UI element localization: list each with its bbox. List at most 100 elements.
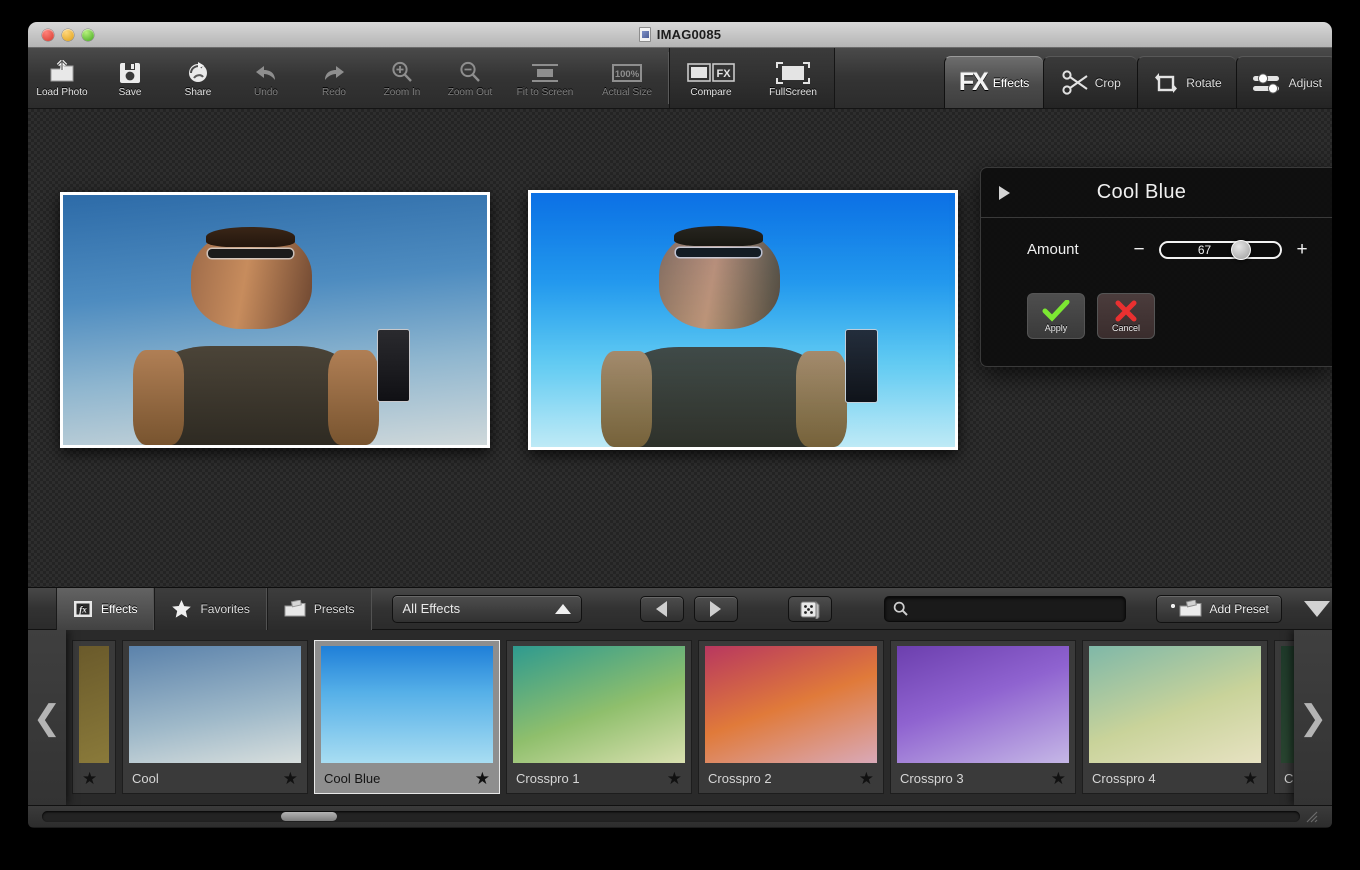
undo-button[interactable]: Undo xyxy=(232,48,300,108)
search-input[interactable] xyxy=(914,602,1117,616)
list-item[interactable]: Crosspro 2 ★ xyxy=(698,640,884,794)
zoom-out-icon xyxy=(458,58,482,84)
scrollbar-track[interactable] xyxy=(42,811,1300,822)
compare-icon: FX xyxy=(687,58,735,84)
fit-to-screen-button[interactable]: Fit to Screen xyxy=(504,48,586,108)
list-item[interactable]: Cool Blue ★ xyxy=(314,640,500,794)
effect-category-dropdown[interactable]: All Effects xyxy=(392,595,582,623)
minimize-button[interactable] xyxy=(62,29,74,41)
fx-filmstrip-icon: fx xyxy=(73,600,93,618)
favorite-star-icon[interactable]: ★ xyxy=(1051,770,1066,787)
filmstrip-scroll-left[interactable]: ❮ xyxy=(28,630,66,805)
amount-increase-button[interactable]: + xyxy=(1296,240,1308,259)
share-button[interactable]: Share xyxy=(164,48,232,108)
favorite-star-icon[interactable]: ★ xyxy=(475,770,490,787)
apply-button[interactable]: Apply xyxy=(1027,293,1085,339)
tab-effects-label: Effects xyxy=(993,76,1029,90)
effect-panel-body: Amount − 67 + Apply xyxy=(981,218,1332,359)
checkmark-icon xyxy=(1042,300,1070,322)
arm-left xyxy=(133,350,184,445)
load-photo-button[interactable]: Load Photo xyxy=(28,48,96,108)
tab-adjust[interactable]: Adjust xyxy=(1236,56,1332,108)
share-label: Share xyxy=(185,87,212,98)
tab-rotate[interactable]: Rotate xyxy=(1137,56,1235,108)
apply-label: Apply xyxy=(1045,323,1068,333)
smartphone xyxy=(377,329,410,402)
list-item[interactable]: Crosspro 4 ★ xyxy=(1082,640,1268,794)
favorite-star-icon[interactable]: ★ xyxy=(283,770,298,787)
browser-tab-presets[interactable]: Presets xyxy=(267,588,372,630)
previous-icon xyxy=(656,601,667,617)
undo-icon xyxy=(253,58,279,84)
browser-tab-favorites[interactable]: Favorites xyxy=(154,588,266,630)
favorite-star-icon[interactable]: ★ xyxy=(82,770,97,787)
tab-effects[interactable]: FX Effects xyxy=(944,56,1043,108)
tab-rotate-label: Rotate xyxy=(1186,76,1221,90)
effect-panel-header: Cool Blue xyxy=(981,168,1332,218)
image-canvas: Cool Blue Amount − 67 + xyxy=(28,109,1332,588)
amount-decrease-button[interactable]: − xyxy=(1133,240,1145,259)
close-button[interactable] xyxy=(42,29,54,41)
filmstrip-scroll-right[interactable]: ❯ xyxy=(1294,630,1332,805)
disclosure-triangle-icon[interactable] xyxy=(999,186,1010,200)
favorite-star-icon[interactable]: ★ xyxy=(1243,770,1258,787)
redo-label: Redo xyxy=(322,87,346,98)
amount-row: Amount − 67 + xyxy=(1027,240,1308,259)
effect-name: Crosspro 2 xyxy=(708,771,772,786)
search-field[interactable] xyxy=(884,596,1126,622)
save-button[interactable]: Save xyxy=(96,48,164,108)
fullscreen-button[interactable]: FullScreen xyxy=(752,48,834,108)
effect-category-value: All Effects xyxy=(403,601,461,616)
effect-thumbnail xyxy=(513,646,685,763)
browser-tabs: fx Effects Favorites xyxy=(56,588,372,630)
cool-blue-tint xyxy=(531,193,955,447)
add-preset-button[interactable]: Add Preset xyxy=(1156,595,1282,623)
effect-caption: Crosspro 1 ★ xyxy=(507,763,691,793)
zoom-in-button[interactable]: Zoom In xyxy=(368,48,436,108)
actual-size-button[interactable]: 100% Actual Size xyxy=(586,48,668,108)
scrollbar-thumb[interactable] xyxy=(281,812,337,821)
effect-caption: Cro xyxy=(1275,763,1294,793)
amount-label: Amount xyxy=(1027,241,1119,258)
svg-text:fx: fx xyxy=(79,604,87,614)
random-effect-button[interactable] xyxy=(788,596,832,622)
fit-to-screen-icon xyxy=(530,58,560,84)
filmstrip-horizontal-scrollbar[interactable] xyxy=(28,806,1332,827)
zoom-out-button[interactable]: Zoom Out xyxy=(436,48,504,108)
main-toolbar: Load Photo Save xyxy=(28,48,1332,109)
list-item[interactable]: Crosspro 1 ★ xyxy=(506,640,692,794)
chevron-left-icon: ❮ xyxy=(33,698,62,738)
amount-slider-knob[interactable] xyxy=(1231,240,1251,260)
effect-filmstrip: ❮ ★ Cool ★ xyxy=(28,630,1332,806)
list-item[interactable]: Cro xyxy=(1274,640,1294,794)
save-label: Save xyxy=(119,87,142,98)
sliders-icon xyxy=(1251,70,1283,96)
tab-adjust-label: Adjust xyxy=(1289,76,1322,90)
compare-button[interactable]: FX Compare xyxy=(670,48,752,108)
browser-tab-effects[interactable]: fx Effects xyxy=(56,588,154,630)
next-effect-button[interactable] xyxy=(694,596,738,622)
favorite-star-icon[interactable]: ★ xyxy=(667,770,682,787)
resize-grip[interactable] xyxy=(1306,811,1318,823)
list-item[interactable]: Cool ★ xyxy=(122,640,308,794)
tab-crop[interactable]: Crop xyxy=(1043,56,1137,108)
list-item[interactable]: Crosspro 3 ★ xyxy=(890,640,1076,794)
list-item[interactable]: ★ xyxy=(72,640,116,794)
favorite-star-icon[interactable]: ★ xyxy=(859,770,874,787)
triangle-down-icon[interactable] xyxy=(1304,601,1330,617)
cross-icon xyxy=(1114,300,1138,322)
application-window: IMAG0085 Load Photo xyxy=(28,22,1332,828)
zoom-button[interactable] xyxy=(82,29,94,41)
redo-button[interactable]: Redo xyxy=(300,48,368,108)
previous-effect-button[interactable] xyxy=(640,596,684,622)
toolbar-buttons: Load Photo Save xyxy=(28,48,835,108)
amount-slider[interactable]: 67 xyxy=(1159,241,1282,259)
cancel-button[interactable]: Cancel xyxy=(1097,293,1155,339)
photo-preview[interactable] xyxy=(528,190,958,450)
hair xyxy=(206,227,295,247)
filmstrip-scroll-area: ★ Cool ★ Cool Blue ★ xyxy=(66,630,1294,805)
effect-browser-toolbar: fx Effects Favorites xyxy=(28,588,1332,630)
svg-text:FX: FX xyxy=(716,68,731,80)
actual-size-label: Actual Size xyxy=(602,87,652,98)
photo-original[interactable] xyxy=(60,192,490,448)
